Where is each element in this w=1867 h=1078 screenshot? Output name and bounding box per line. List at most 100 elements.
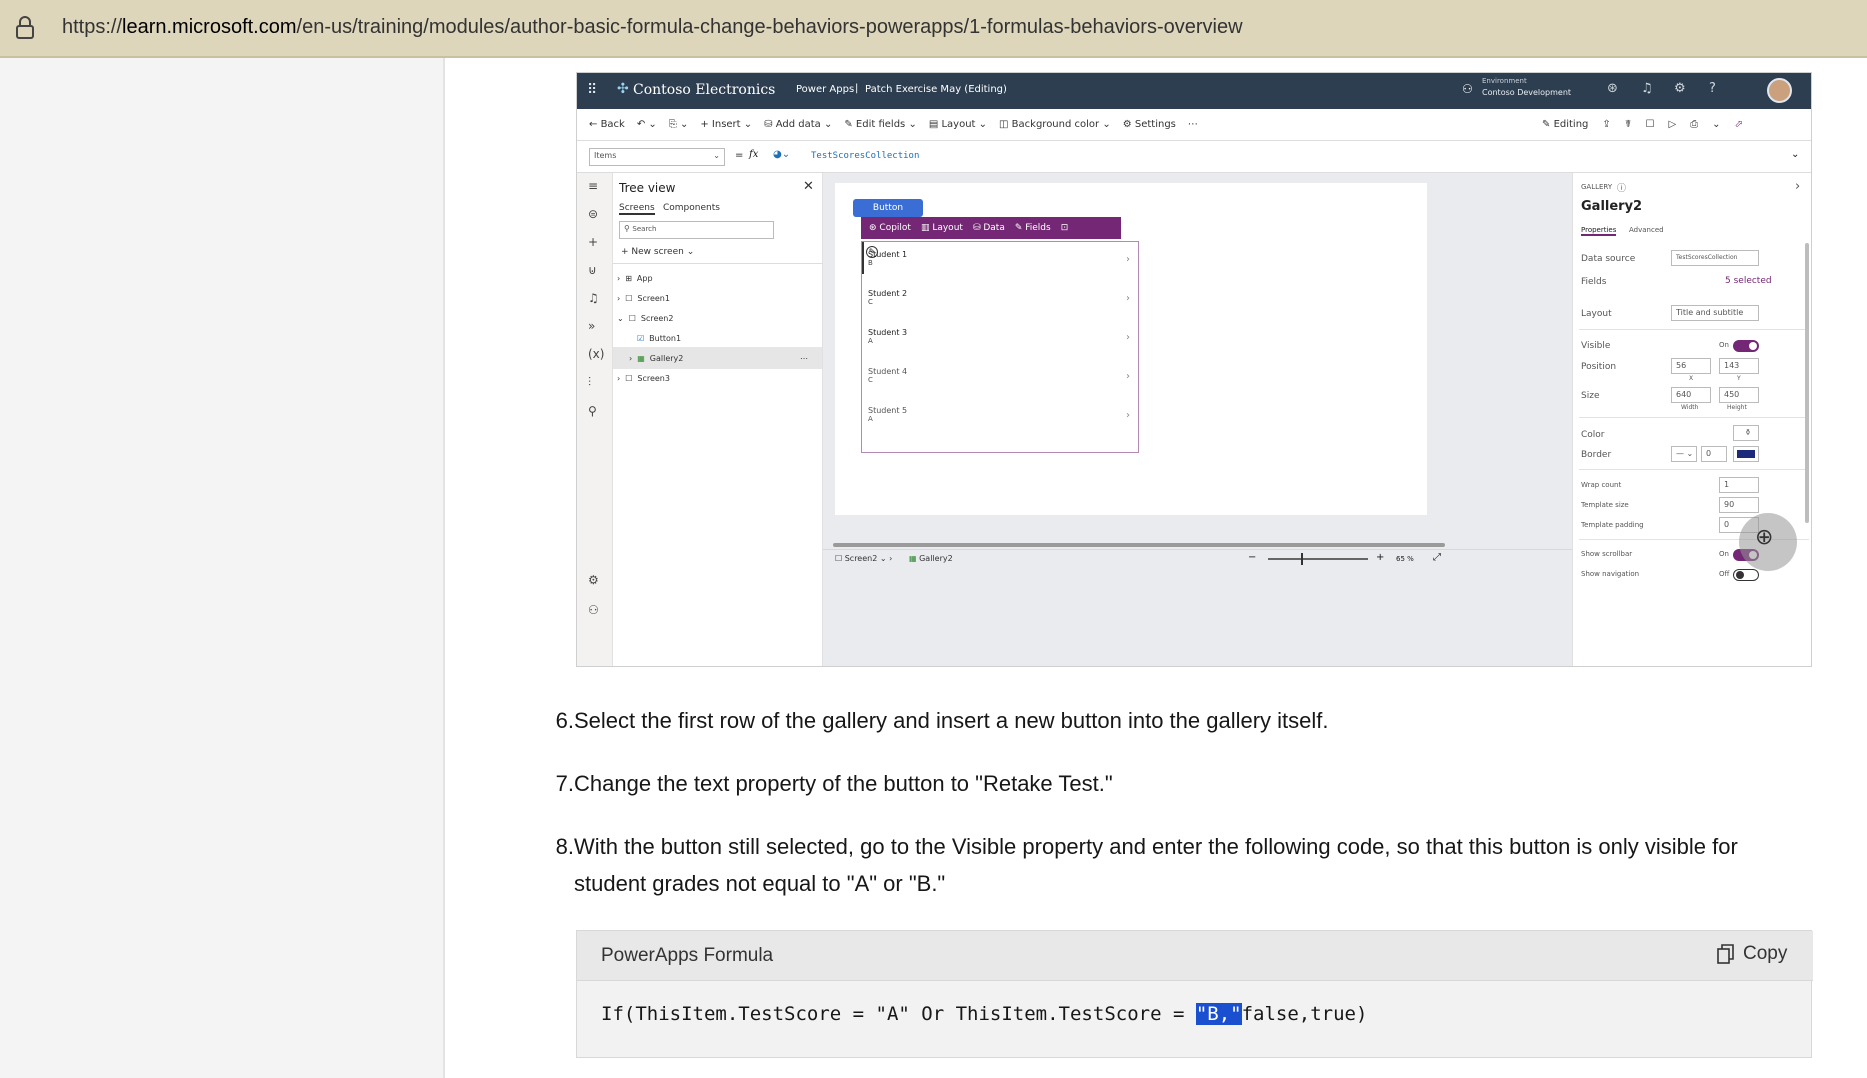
tree-item-gallery2[interactable]: › ▦ Gallery2 ⋯ (613, 347, 822, 369)
gear-icon[interactable]: ⚙ (1674, 81, 1686, 96)
save-icon[interactable]: ⎙ (1690, 119, 1698, 130)
border-width-input[interactable]: 0 (1701, 446, 1727, 462)
avatar[interactable] (1767, 78, 1792, 103)
add-data-button[interactable]: ⛁ Add data ⌄ (764, 119, 832, 130)
tree-item-screen2[interactable]: ⌄ ☐ Screen2 (613, 307, 822, 329)
share-icon[interactable]: ⇪ (1602, 119, 1610, 130)
zoom-out-button[interactable]: − (1248, 552, 1256, 563)
layout-button[interactable]: ▤ Layout ⌄ (929, 119, 987, 130)
visible-toggle[interactable] (1733, 340, 1759, 352)
chevron-right-icon[interactable]: › (1795, 179, 1800, 194)
gallery-control[interactable]: ✎ Student 1 B › Student 2 C › Student 3 … (861, 241, 1139, 453)
tab-screens[interactable]: Screens (619, 203, 655, 215)
account-icon[interactable]: ⚇ (588, 603, 599, 617)
border-style-dropdown[interactable]: — ⌄ (1671, 446, 1697, 462)
url-text[interactable]: https://learn.microsoft.com/en-us/traini… (62, 16, 1243, 39)
settings-icon[interactable]: ⚙ (588, 573, 599, 587)
layout-toolbar-button[interactable]: ▥ Layout (921, 223, 963, 233)
edit-fields-button[interactable]: ✎ Edit fields ⌄ (844, 119, 916, 130)
help-icon[interactable]: ⓘ (1617, 181, 1626, 194)
tools-icon[interactable]: ⫶ (588, 375, 604, 390)
new-screen-button[interactable]: + New screen ⌄ (621, 247, 694, 257)
chevron-down-icon[interactable]: ⌄ (1712, 119, 1720, 130)
copilot-toolbar-button[interactable]: ⊛ Copilot (869, 223, 911, 233)
zoom-slider-thumb[interactable] (1301, 553, 1303, 565)
height-input[interactable]: 450 (1719, 387, 1759, 403)
power-automate-icon[interactable]: » (588, 319, 604, 333)
more-icon[interactable]: ⋯ (1188, 119, 1198, 130)
zoom-slider[interactable] (1268, 558, 1368, 560)
template-size-input[interactable]: 90 (1719, 497, 1759, 513)
button-label-tag[interactable]: Button (853, 199, 923, 217)
comments-icon[interactable]: ☐ (1646, 119, 1655, 130)
editing-button[interactable]: ✎ Editing (1542, 119, 1588, 130)
screen-breadcrumb[interactable]: ☐ Screen2 ⌄ › (835, 554, 892, 563)
undo-icon[interactable]: ↶ ⌄ (637, 119, 657, 130)
play-icon[interactable]: ▷ (1668, 119, 1676, 130)
zoom-magnifier[interactable]: ⊕ (1739, 513, 1797, 571)
paste-icon[interactable]: ⎘ ⌄ (669, 119, 689, 130)
tab-components[interactable]: Components (663, 203, 720, 213)
variables-icon[interactable]: (x) (588, 347, 604, 361)
gallery-row[interactable]: Student 4 C › (868, 367, 1138, 403)
position-x-input[interactable]: 56 (1671, 358, 1711, 374)
app-screen[interactable]: Button ⊛ Copilot ▥ Layout ⛁ Data ✎ Field… (835, 183, 1427, 515)
border-color-swatch[interactable] (1733, 446, 1759, 462)
fullscreen-icon[interactable]: ⤢ (1433, 552, 1441, 563)
code-text[interactable]: If(ThisItem.TestScore = "A" Or ThisItem.… (601, 1003, 1367, 1025)
more-icon[interactable]: ⋯ (800, 354, 808, 363)
chevron-right-icon[interactable]: › (1126, 293, 1130, 304)
comment-icon[interactable]: ⊡ (1061, 223, 1069, 233)
help-icon[interactable]: ? (1709, 81, 1716, 96)
publish-icon[interactable]: ⬀ (1735, 119, 1743, 130)
wrap-count-input[interactable]: 1 (1719, 477, 1759, 493)
bell-icon[interactable]: ♫ (1641, 81, 1653, 96)
insert-button[interactable]: + Insert ⌄ (700, 119, 752, 130)
tab-advanced[interactable]: Advanced (1629, 226, 1664, 234)
copy-button[interactable]: Copy (1717, 943, 1787, 965)
settings-button[interactable]: ⚙ Settings (1123, 119, 1176, 130)
data-toolbar-button[interactable]: ⛁ Data (973, 223, 1005, 233)
property-dropdown[interactable]: Items ⌄ (589, 148, 725, 166)
media-icon[interactable]: ♫ (588, 291, 604, 305)
app-launcher-icon[interactable]: ⠿ (587, 82, 597, 98)
color-picker-button[interactable]: ⚱ (1733, 425, 1759, 441)
layers-icon[interactable]: ⊜ (588, 207, 604, 221)
zoom-in-button[interactable]: + (1376, 552, 1384, 563)
copilot-formula-icon[interactable]: ◕⌄ (773, 149, 790, 160)
search-icon[interactable]: ⚲ (588, 404, 604, 418)
close-icon[interactable]: ✕ (803, 179, 814, 194)
back-button[interactable]: ← Back (589, 119, 625, 130)
canvas-scrollbar[interactable] (833, 543, 1445, 547)
fields-toolbar-button[interactable]: ✎ Fields (1015, 223, 1051, 233)
data-icon[interactable]: ⊍ (588, 263, 604, 277)
gallery-breadcrumb[interactable]: ▦ Gallery2 (909, 554, 953, 563)
tree-item-app[interactable]: › ⊞ App (613, 267, 822, 289)
formula-input[interactable]: TestScoresCollection (811, 151, 919, 161)
insert-icon[interactable]: + (588, 235, 604, 249)
show-navigation-toggle[interactable] (1733, 569, 1759, 581)
gallery-row[interactable]: Student 2 C › (868, 289, 1138, 325)
gallery-row[interactable]: Student 5 A › (868, 406, 1138, 442)
chevron-right-icon[interactable]: › (1126, 254, 1130, 265)
checker-icon[interactable]: ☤ (1625, 119, 1632, 130)
gallery-row[interactable]: Student 1 B › (868, 250, 1138, 286)
chevron-right-icon[interactable]: › (1126, 332, 1130, 343)
browser-address-bar[interactable]: https://learn.microsoft.com/en-us/traini… (0, 0, 1867, 58)
width-input[interactable]: 640 (1671, 387, 1711, 403)
properties-scrollbar[interactable] (1805, 243, 1809, 523)
position-y-input[interactable]: 143 (1719, 358, 1759, 374)
copilot-icon[interactable]: ⊛ (1607, 81, 1618, 96)
data-source-dropdown[interactable]: TestScoresCollection (1671, 250, 1759, 266)
chevron-right-icon[interactable]: › (1126, 410, 1130, 421)
environment-name[interactable]: Contoso Development (1482, 88, 1571, 97)
tree-item-screen3[interactable]: › ☐ Screen3 (613, 367, 822, 389)
background-color-button[interactable]: ◫ Background color ⌄ (999, 119, 1111, 130)
tree-item-screen1[interactable]: › ☐ Screen1 (613, 287, 822, 309)
tab-properties[interactable]: Properties (1581, 226, 1617, 236)
expand-formula-icon[interactable]: ⌄ (1791, 149, 1799, 160)
layout-dropdown[interactable]: Title and subtitle (1671, 305, 1759, 321)
hamburger-icon[interactable]: ≡ (588, 179, 604, 193)
chevron-right-icon[interactable]: › (1126, 371, 1130, 382)
tree-search-input[interactable]: ⚲ Search (619, 221, 774, 239)
